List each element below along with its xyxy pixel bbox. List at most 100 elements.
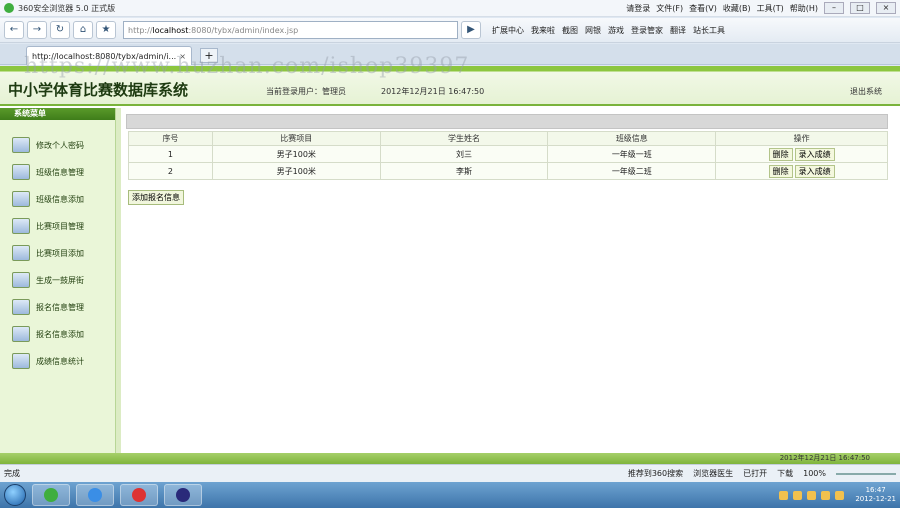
taskbar-ie[interactable] bbox=[76, 484, 114, 506]
user-icon bbox=[12, 137, 30, 153]
menu-help[interactable]: 帮助(H) bbox=[790, 3, 818, 14]
go-icon[interactable]: ▶ bbox=[461, 21, 481, 39]
user-icon bbox=[12, 191, 30, 207]
sidebar-item-label: 报名信息管理 bbox=[36, 302, 84, 312]
browser-titlebar: 360安全浏览器 5.0 正式版 请登录 文件(F) 查看(V) 收藏(B) 工… bbox=[0, 0, 900, 17]
header-datetime: 2012年12月21日 16:47:50 bbox=[381, 87, 485, 96]
sidebar-item-change-password[interactable]: 修改个人密码 bbox=[12, 136, 84, 154]
toolbar-extensions[interactable]: 扩展中心 bbox=[492, 25, 524, 36]
clock-date: 2012-12-21 bbox=[855, 495, 896, 503]
start-button[interactable] bbox=[4, 484, 26, 506]
windows-taskbar: 16:47 2012-12-21 bbox=[0, 482, 900, 508]
sidebar-item-event-add[interactable]: 比赛项目添加 bbox=[12, 244, 84, 262]
back-icon[interactable]: ← bbox=[4, 21, 24, 39]
delete-button[interactable]: 删除 bbox=[768, 147, 793, 161]
toolbar-webmaster[interactable]: 站长工具 bbox=[693, 25, 725, 36]
enter-score-button[interactable]: 录入成绩 bbox=[794, 147, 835, 161]
status-zoom[interactable]: 100% bbox=[803, 469, 826, 478]
app-footer: 2012年12月21日 16:47:50 bbox=[0, 453, 900, 464]
sidebar-item-label: 报名信息添加 bbox=[36, 329, 84, 339]
toolbar-login-manager[interactable]: 登录管家 bbox=[631, 25, 663, 36]
user-icon bbox=[12, 218, 30, 234]
address-prefix: http:// bbox=[128, 25, 153, 35]
sidebar-item-label: 成绩信息统计 bbox=[36, 356, 84, 366]
sidebar-splitter[interactable] bbox=[116, 108, 121, 454]
sidebar-item-score-stats[interactable]: 成绩信息统计 bbox=[12, 352, 84, 370]
status-doctor[interactable]: 浏览器医生 bbox=[693, 468, 733, 479]
sidebar-item-label: 班级信息管理 bbox=[36, 167, 84, 177]
status-recommend[interactable]: 推荐到360搜索 bbox=[628, 468, 683, 479]
sidebar-item-signup-manage[interactable]: 报名信息管理 bbox=[12, 298, 84, 316]
sidebar: 系统菜单 修改个人密码 班级信息管理 班级信息添加 比赛项目管理 比赛项目添加 … bbox=[0, 108, 116, 454]
taskbar-clock[interactable]: 16:47 2012-12-21 bbox=[855, 486, 896, 504]
menu-tools[interactable]: 工具(T) bbox=[757, 3, 784, 14]
sidebar-item-label: 班级信息添加 bbox=[36, 194, 84, 204]
table-row: 1 男子100米 刘三 一年级一班 删除 录入成绩 bbox=[128, 145, 888, 163]
app-title: 中小学体育比赛数据库系统 bbox=[8, 81, 189, 99]
sidebar-item-label: 比赛项目管理 bbox=[36, 221, 84, 231]
zoom-slider[interactable] bbox=[836, 472, 896, 475]
logout-link[interactable]: 退出系统 bbox=[850, 86, 882, 97]
cell-event: 男子100米 bbox=[211, 162, 381, 180]
status-download[interactable]: 下载 bbox=[777, 468, 793, 479]
user-icon bbox=[12, 272, 30, 288]
current-user: 当前登录用户：管理员 bbox=[266, 87, 346, 96]
menu-file[interactable]: 文件(F) bbox=[656, 3, 683, 14]
table-row: 2 男子100米 李斯 一年级二班 删除 录入成绩 bbox=[128, 162, 888, 180]
browser-menu: 请登录 文件(F) 查看(V) 收藏(B) 工具(T) 帮助(H) – □ × bbox=[626, 2, 896, 14]
col-class: 班级信息 bbox=[547, 131, 717, 146]
browser-navbar: ← → ↻ ⌂ ★ http://localhost:8080/tybx/adm… bbox=[0, 18, 900, 43]
toolbar-translate[interactable]: 翻译 bbox=[670, 25, 686, 36]
home-icon[interactable]: ⌂ bbox=[73, 21, 93, 39]
taskbar-eclipse[interactable] bbox=[164, 484, 202, 506]
address-rest: :8080/tybx/admin/index.jsp bbox=[188, 25, 299, 35]
main-panel: 序号 比赛项目 学生姓名 班级信息 操作 1 男子100米 刘三 一年级一班 删… bbox=[126, 114, 890, 450]
cell-student: 刘三 bbox=[379, 145, 549, 163]
add-signup-button[interactable]: 添加报名信息 bbox=[128, 190, 184, 205]
sidebar-item-label: 比赛项目添加 bbox=[36, 248, 84, 258]
app-red-icon bbox=[132, 488, 146, 502]
refresh-icon[interactable]: ↻ bbox=[50, 21, 70, 39]
sidebar-item-class-add[interactable]: 班级信息添加 bbox=[12, 190, 84, 208]
forward-icon[interactable]: → bbox=[27, 21, 47, 39]
close-window-button[interactable]: × bbox=[876, 2, 896, 14]
minimize-button[interactable]: – bbox=[824, 2, 844, 14]
system-tray: 16:47 2012-12-21 bbox=[779, 486, 896, 504]
sidebar-item-class-manage[interactable]: 班级信息管理 bbox=[12, 163, 84, 181]
sidebar-item-generate[interactable]: 生成一鼓屏街 bbox=[12, 271, 84, 289]
browser-logo-icon bbox=[4, 3, 14, 13]
tray-icon[interactable] bbox=[779, 490, 789, 500]
sidebar-item-label: 生成一鼓屏街 bbox=[36, 275, 84, 285]
toolbar-screenshot[interactable]: 截图 bbox=[562, 25, 578, 36]
address-host: localhost bbox=[152, 25, 189, 35]
sidebar-item-event-manage[interactable]: 比赛项目管理 bbox=[12, 217, 84, 235]
taskbar-app-red[interactable] bbox=[120, 484, 158, 506]
menu-login[interactable]: 请登录 bbox=[626, 3, 650, 14]
tray-icon[interactable] bbox=[821, 490, 831, 500]
user-icon bbox=[12, 164, 30, 180]
cell-class: 一年级二班 bbox=[547, 162, 717, 180]
toolbar-wolaila[interactable]: 我来啦 bbox=[531, 25, 555, 36]
favorite-star-icon[interactable]: ★ bbox=[96, 21, 116, 39]
cell-no: 1 bbox=[128, 145, 213, 163]
sidebar-item-signup-add[interactable]: 报名信息添加 bbox=[12, 325, 84, 343]
tray-icon[interactable] bbox=[793, 490, 803, 500]
col-event: 比赛项目 bbox=[211, 131, 381, 146]
menu-view[interactable]: 查看(V) bbox=[689, 3, 717, 14]
user-icon bbox=[12, 245, 30, 261]
enter-score-button[interactable]: 录入成绩 bbox=[794, 164, 835, 178]
address-bar[interactable]: http://localhost:8080/tybx/admin/index.j… bbox=[123, 21, 458, 39]
tray-icon[interactable] bbox=[835, 490, 845, 500]
maximize-button[interactable]: □ bbox=[850, 2, 870, 14]
taskbar-360-browser[interactable] bbox=[32, 484, 70, 506]
delete-button[interactable]: 删除 bbox=[768, 164, 793, 178]
toolbar-bank[interactable]: 网银 bbox=[585, 25, 601, 36]
tray-icon[interactable] bbox=[807, 490, 817, 500]
clock-time: 16:47 bbox=[865, 486, 886, 494]
status-opened[interactable]: 已打开 bbox=[743, 468, 767, 479]
toolbar-games[interactable]: 游戏 bbox=[608, 25, 624, 36]
sidebar-header: 系统菜单 bbox=[0, 108, 115, 120]
table-header-row: 序号 比赛项目 学生姓名 班级信息 操作 bbox=[128, 131, 888, 146]
col-student: 学生姓名 bbox=[379, 131, 549, 146]
menu-favorites[interactable]: 收藏(B) bbox=[723, 3, 751, 14]
